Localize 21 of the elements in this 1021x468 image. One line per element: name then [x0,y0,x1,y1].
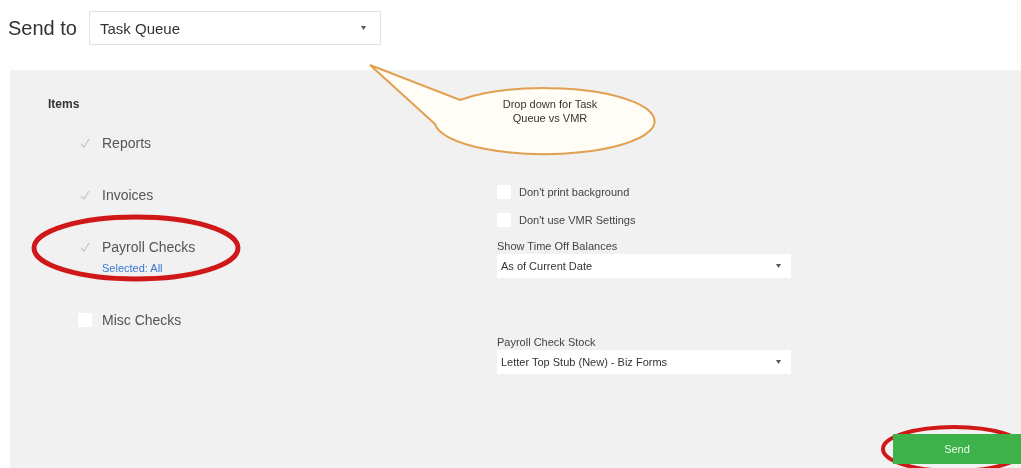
option-label: Don't use VMR Settings [519,214,636,226]
checkmark-icon[interactable] [78,136,92,150]
field-label: Payroll Check Stock [497,336,597,348]
item-label: Invoices [102,187,154,203]
section-title: Items [48,97,81,111]
checkmark-icon[interactable] [78,188,92,202]
caret-icon [360,26,366,30]
option-label: Don't print background [519,186,630,198]
caret-icon [776,264,781,268]
item-label: Misc Checks [102,312,182,328]
dropdown[interactable]: Letter Top Stub (New) - Biz Forms [497,350,791,374]
callout-text: Drop down for Task Queue vs VMR [501,97,599,125]
checkmark-icon[interactable] [78,240,92,254]
field-label: Show Time Off Balances [497,240,619,252]
field-label: Send to [8,16,77,40]
dropdown[interactable]: Task Queue [88,11,381,45]
dropdown[interactable]: As of Current Date [497,254,791,278]
selection-link[interactable]: Selected: All [102,262,163,274]
item-label: Reports [102,135,152,151]
item-label: Payroll Checks [102,239,196,255]
caret-icon [776,360,781,364]
